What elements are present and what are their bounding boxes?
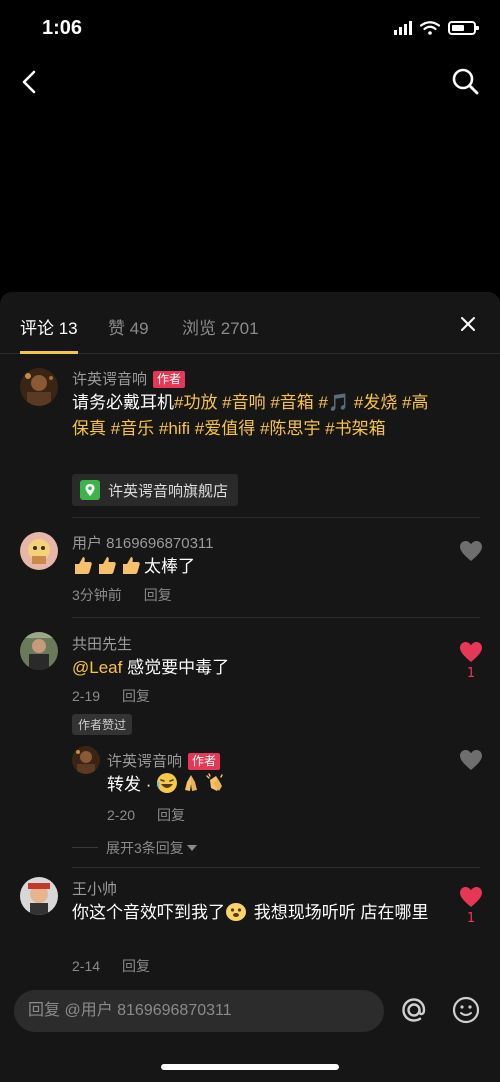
emoji-icon[interactable] xyxy=(452,996,480,1024)
mention-at-icon[interactable] xyxy=(398,994,430,1026)
comment-text-plain: 请务必戴耳机 xyxy=(72,393,174,412)
tab-views[interactable]: 浏览 2701 xyxy=(182,314,259,339)
liked-heart-icon[interactable] xyxy=(459,641,483,663)
reply-button[interactable]: 回复 xyxy=(157,807,185,823)
tab-likes[interactable]: 赞 49 xyxy=(108,314,149,339)
avatar[interactable] xyxy=(20,632,58,670)
comment-text-body-continued: 我想现场听听 店在哪里 xyxy=(249,903,429,922)
avatar[interactable] xyxy=(72,746,100,774)
thumbs-up-emoji xyxy=(99,557,116,574)
comment-username[interactable]: 共田先生 xyxy=(72,633,132,654)
comment-meta: 2-19 回复 xyxy=(72,686,150,706)
wifi-icon xyxy=(420,21,440,35)
thumbs-up-emoji xyxy=(123,557,140,574)
like-count: 1 xyxy=(466,911,476,926)
status-icons xyxy=(394,21,479,35)
like-heart-icon[interactable] xyxy=(459,749,483,771)
avatar[interactable] xyxy=(20,532,58,570)
author-badge: 作者 xyxy=(153,371,186,388)
reply-input-bar xyxy=(0,982,500,1082)
comment-sheet: 评论 13 赞 49 浏览 2701 许英谔音响 作者 请务必戴耳机#功放 #音响… xyxy=(0,292,500,1082)
comment-text-body: 太棒了 xyxy=(144,557,195,576)
divider xyxy=(72,617,480,618)
thumbs-up-emoji xyxy=(75,557,92,574)
reply-button[interactable]: 回复 xyxy=(144,587,172,603)
divider xyxy=(72,517,480,518)
close-icon[interactable] xyxy=(456,312,480,336)
comment-text: @Leaf 感觉要中毒了 xyxy=(72,655,442,681)
like-count: 1 xyxy=(466,666,476,681)
comment-text: 太棒了 xyxy=(72,554,442,580)
comment-text: 你这个音效吓到我了 我想现场听听 店在哪里 xyxy=(72,900,444,926)
expand-line xyxy=(72,847,98,848)
comment-text-body: 你这个音效吓到我了 xyxy=(72,903,225,922)
comment-username[interactable]: 用户 8169696870311 xyxy=(72,532,214,553)
laughing-emoji xyxy=(157,773,178,793)
status-bar: 1:06 xyxy=(0,0,500,60)
battery-icon xyxy=(448,21,479,35)
username-text: 许英谔音响 xyxy=(107,753,183,770)
chevron-down-icon xyxy=(186,845,197,851)
reply-input[interactable] xyxy=(14,990,384,1032)
status-time: 1:06 xyxy=(42,17,83,39)
reply-text: 转发 · xyxy=(107,772,437,798)
reply-username[interactable]: 许英谔音响 作者 xyxy=(107,750,221,771)
reply-button[interactable]: 回复 xyxy=(122,688,150,704)
mention-link[interactable]: @Leaf xyxy=(72,658,122,677)
comment-username[interactable]: 许英谔音响 作者 xyxy=(72,368,186,389)
liked-heart-icon[interactable] xyxy=(459,886,483,908)
reply-meta: 2-20 回复 xyxy=(107,805,185,825)
location-pin-icon xyxy=(80,480,100,500)
shocked-emoji xyxy=(226,903,246,921)
expand-replies-label: 展开3条回复 xyxy=(106,840,184,856)
back-arrow-icon[interactable] xyxy=(18,66,42,98)
reply-time: 2-20 xyxy=(107,807,136,823)
comment-meta: 3分钟前 回复 xyxy=(72,585,172,605)
tab-comments[interactable]: 评论 13 xyxy=(20,314,78,339)
clapping-emoji xyxy=(206,773,223,791)
divider xyxy=(72,867,480,868)
praying-hands-emoji xyxy=(185,775,198,791)
signal-icon xyxy=(394,21,412,35)
active-tab-indicator xyxy=(20,351,78,354)
comment-text-body: 感觉要中毒了 xyxy=(122,658,230,677)
search-icon[interactable] xyxy=(450,66,482,98)
comment-text: 请务必戴耳机#功放 #音响 #音箱 #🎵 #发烧 #高保真 #音乐 #hifi … xyxy=(72,390,442,442)
reply-text-body: 转发 · xyxy=(107,775,157,794)
comment-time: 2-14 xyxy=(72,958,101,974)
author-liked-badge: 作者赞过 xyxy=(72,714,133,735)
reply-button[interactable]: 回复 xyxy=(122,958,150,974)
comment-time: 3分钟前 xyxy=(72,587,122,603)
store-label: 许英谔音响旗舰店 xyxy=(108,482,229,500)
expand-replies-button[interactable]: 展开3条回复 xyxy=(106,838,198,858)
avatar[interactable] xyxy=(20,877,58,915)
top-nav xyxy=(0,60,500,104)
comment-username[interactable]: 王小帅 xyxy=(72,878,117,899)
username-text: 许英谔音响 xyxy=(72,371,148,388)
avatar[interactable] xyxy=(20,368,58,406)
home-indicator xyxy=(161,1064,339,1070)
comment-meta: 2-14 回复 xyxy=(72,956,150,976)
comment-time: 2-19 xyxy=(72,688,101,704)
author-badge: 作者 xyxy=(188,753,221,770)
store-link-card[interactable]: 许英谔音响旗舰店 xyxy=(72,474,239,506)
like-heart-icon[interactable] xyxy=(459,540,483,562)
comment-tabs: 评论 13 赞 49 浏览 2701 xyxy=(0,292,500,354)
